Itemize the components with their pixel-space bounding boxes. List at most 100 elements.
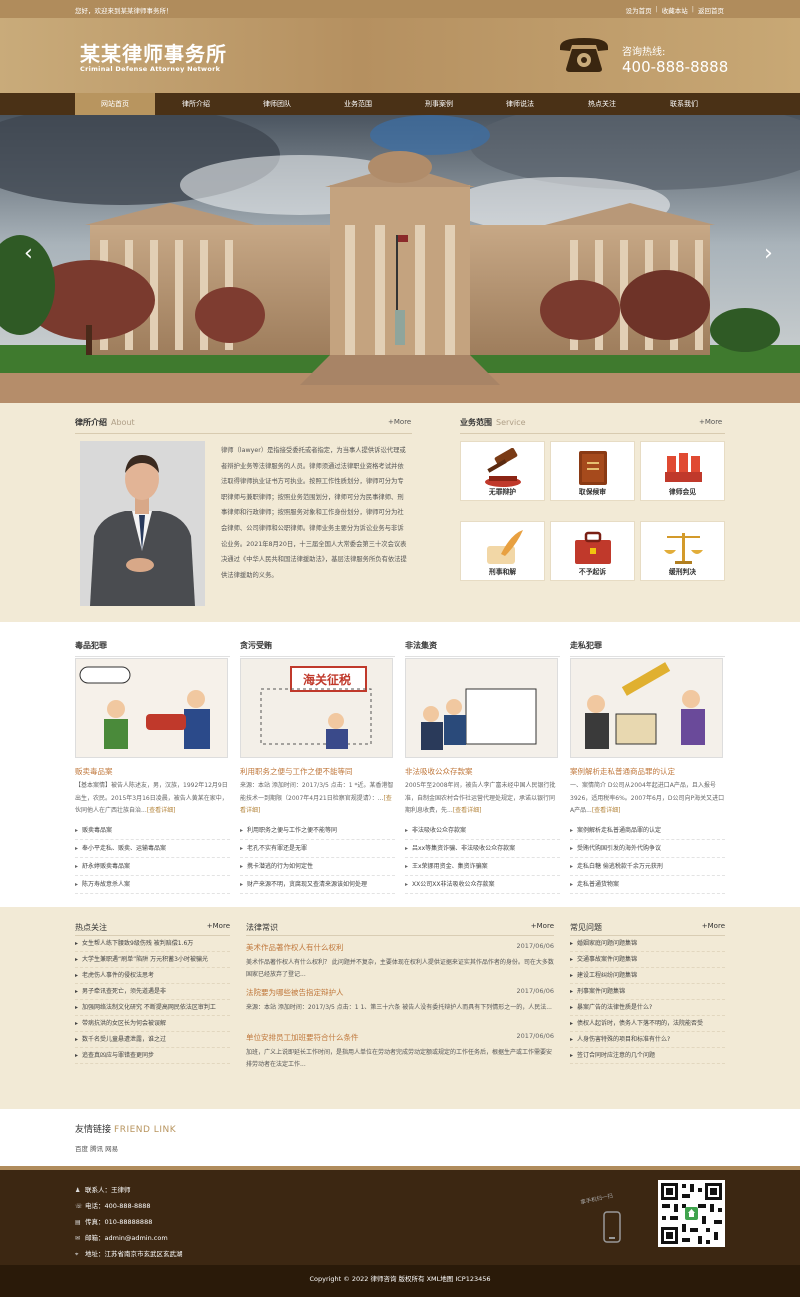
case-category[interactable]: 毒品犯罪 (75, 640, 230, 651)
service-bail[interactable]: 取保候审 (550, 441, 635, 501)
list-item[interactable]: 带病抗洪的女区长为何会被误解 (75, 1016, 230, 1032)
law-article: 美术作品著作权人有什么权利 2017/06/06 美术作品著作权人有什么权利？ 此… (246, 942, 554, 981)
case-column-smuggling: 走私犯罪 案例解析走私普通商品罪的认定 一、案情简介 D公司从2004年起进口A… (570, 640, 725, 894)
nav-opinions[interactable]: 律师说法 (480, 93, 560, 115)
list-item[interactable]: 舒永婷贩卖毒品案 (75, 858, 230, 876)
case-summary: 2005年至2008年间，被告人李广富未经中国人民银行批准，自制金国农村合作社运… (405, 780, 560, 818)
service-label: 不予起诉 (578, 568, 607, 576)
list-item[interactable]: 财产来源不明，贪腐现又查清来源该如何处理 (240, 876, 395, 894)
faq-more-link[interactable]: +More (702, 922, 725, 930)
service-label: 刑事和解 (488, 568, 517, 576)
case-cartoon-image[interactable] (570, 658, 723, 758)
case-headline[interactable]: 利用职务之便与工作之便不能等同 (240, 766, 395, 777)
case-cartoon-image[interactable] (75, 658, 228, 758)
list-item[interactable]: 老虎伤人事件的侵权法思考 (75, 968, 230, 984)
list-item[interactable]: 走私白糖 偷逃税款千余万元获刑 (570, 858, 725, 876)
svg-text:海关征税: 海关征税 (303, 672, 351, 687)
nav-cases[interactable]: 刑事案例 (399, 93, 479, 115)
list-item[interactable]: 携卡潜逃的行为如何定性 (240, 858, 395, 876)
list-item[interactable]: 暴案广告的法律性质是什么? (570, 1000, 725, 1016)
list-item[interactable]: 大学生兼职遇“刷单”陷阱 万元积蓄3小时被骗光 (75, 952, 230, 968)
hot-topics-header: 热点关注 +More (75, 922, 230, 936)
nav-contact[interactable]: 联系我们 (644, 93, 724, 115)
law-article-date: 2017/06/06 (516, 987, 554, 995)
nav-team[interactable]: 律师团队 (237, 93, 317, 115)
friend-title-en: FRIEND LINK (114, 1125, 177, 1135)
law-article-title[interactable]: 美术作品著作权人有什么权利 (246, 943, 344, 952)
list-item[interactable]: 陈万寿故意杀人案 (75, 876, 230, 894)
service-non-prosecution[interactable]: 不予起诉 (550, 521, 635, 581)
nav-home[interactable]: 网站首页 (75, 93, 155, 115)
list-item[interactable]: 利用职务之便与工作之便不能等同 (240, 822, 395, 840)
nav-about[interactable]: 律所介绍 (156, 93, 236, 115)
phone-small-icon: ☏ (75, 1203, 83, 1210)
footer-phone: ☏ 电话：400-888-8888 (75, 1202, 151, 1210)
view-detail-link[interactable]: [查看详细] (453, 807, 482, 814)
view-detail-link[interactable]: [查看详细] (147, 807, 176, 814)
case-headline[interactable]: 案例解析走私普通商品罪的认定 (570, 766, 725, 777)
law-article-summary: 美术作品著作权人有什么权利？ 此问题并不复杂，主要体现在权利人提供证据来证实其作… (246, 959, 554, 978)
case-category[interactable]: 走私犯罪 (570, 640, 725, 651)
about-section-title: 律所介绍 About (75, 417, 135, 428)
about-title-cn: 律所介绍 (75, 418, 107, 427)
list-item[interactable]: 建设工程纠纷问题集锦 (570, 968, 725, 984)
service-reconciliation[interactable]: 刑事和解 (460, 521, 545, 581)
list-item[interactable]: 债权人起诉时，债务人下落不明的，法院能否受 (570, 1016, 725, 1032)
service-more-link[interactable]: +More (699, 418, 722, 426)
case-column-corruption: 贪污受贿 海关征税 利用职务之便与工作之便不能等同 来源：本站 添加时间：201… (240, 640, 395, 894)
list-item[interactable]: 案例解析走私普通商品罪的认定 (570, 822, 725, 840)
list-item[interactable]: 走私普通货物案 (570, 876, 725, 894)
friend-links[interactable]: 百度 腾讯 网易 (75, 1143, 118, 1153)
list-item[interactable]: 交通事故案件问题集锦 (570, 952, 725, 968)
view-detail-link[interactable]: [查看详细] (592, 807, 621, 814)
lawyer-portrait (80, 441, 205, 606)
list-item[interactable]: 贩卖毒品案 (75, 822, 230, 840)
case-summary: 一、案情简介 D公司从2004年起进口A产品，且入报号3926，适用税率6%。2… (570, 780, 725, 818)
scales-icon (664, 533, 703, 564)
list-item[interactable]: 刑事案件问题集锦 (570, 984, 725, 1000)
list-item[interactable]: 男子牵讯查死亡，须先道遇是非 (75, 984, 230, 1000)
list-item[interactable]: 王x荣挪用资金、集资诈骗案 (405, 858, 560, 876)
service-lawyer-meeting[interactable]: 律师会见 (640, 441, 725, 501)
case-cartoon-image[interactable]: 海关征税 (240, 658, 393, 758)
service-probation[interactable]: 缓刑判决 (640, 521, 725, 581)
hot-more-link[interactable]: +More (207, 922, 230, 930)
service-title-en: Service (496, 418, 526, 427)
law-article-title[interactable]: 法院要为哪些被告指定辩护人 (246, 988, 344, 997)
service-innocence-defense[interactable]: 无罪辩护 (460, 441, 545, 501)
list-item[interactable]: 受贿代购国引发的海外代购争议 (570, 840, 725, 858)
law-article-title[interactable]: 单位安排员工加班要符合什么条件 (246, 1033, 359, 1042)
list-item[interactable]: 老孔不实有罪还是无罪 (240, 840, 395, 858)
law-header: 法律常识 +More (246, 922, 554, 936)
list-item[interactable]: XX公司XX非法吸收公众存款案 (405, 876, 560, 894)
service-divider (460, 433, 725, 434)
case-headline[interactable]: 非法吸收公众存款案 (405, 766, 560, 777)
case-category[interactable]: 贪污受贿 (240, 640, 395, 651)
case-cartoon-image[interactable] (405, 658, 558, 758)
case-category[interactable]: 非法集资 (405, 640, 560, 651)
back-home-link[interactable]: 返回首页 (698, 5, 724, 15)
site-logo-name[interactable]: 某某律师事务所 (80, 38, 227, 67)
nav-services[interactable]: 业务范围 (318, 93, 398, 115)
list-item[interactable]: 奉小平走私、贩卖、运输毒品案 (75, 840, 230, 858)
bookmark-link[interactable]: 收藏本站 (662, 5, 688, 15)
about-more-link[interactable]: +More (388, 418, 411, 426)
law-more-link[interactable]: +More (531, 922, 554, 930)
list-item[interactable]: 签订合同时应注意的几个问题 (570, 1048, 725, 1064)
list-item[interactable]: 吕xx等集资诈骗、非法吸收公众存款案 (405, 840, 560, 858)
case-summary-text: 来源：本站 添加时间：2017/3/5 点击：1 *近。某香港智能技术一到期限（… (240, 782, 394, 802)
footer-email[interactable]: ✉ 邮箱：admin@admin.com (75, 1232, 168, 1242)
list-item[interactable]: 加强网络法制文化研究 不断提高网民依法区审判工 (75, 1000, 230, 1016)
banner-prev-arrow[interactable]: ‹ (24, 243, 33, 265)
case-headline[interactable]: 贩卖毒品案 (75, 766, 230, 777)
list-item[interactable]: 婚姻家庭问题问题集锦 (570, 936, 725, 952)
banner-next-arrow[interactable]: › (764, 243, 773, 265)
list-item[interactable]: 人身伤害特殊的项目和标准有什么? (570, 1032, 725, 1048)
nav-hot[interactable]: 热点关注 (562, 93, 642, 115)
list-item[interactable]: 数千名受儿童悬遭泄露，谁之过 (75, 1032, 230, 1048)
set-homepage-link[interactable]: 设为首页 (626, 5, 652, 15)
list-item[interactable]: 女生帮人练下腰致9级伤残 被判赔偿1.6万 (75, 936, 230, 952)
list-item[interactable]: 非法吸收公众存款案 (405, 822, 560, 840)
list-item[interactable]: 追查真凶应与罪错查更同步 (75, 1048, 230, 1064)
law-article-summary: 来源：本站 添加时间：2017/3/5 点击：1 1、第三十六条 被告人没有委托… (246, 1004, 552, 1011)
